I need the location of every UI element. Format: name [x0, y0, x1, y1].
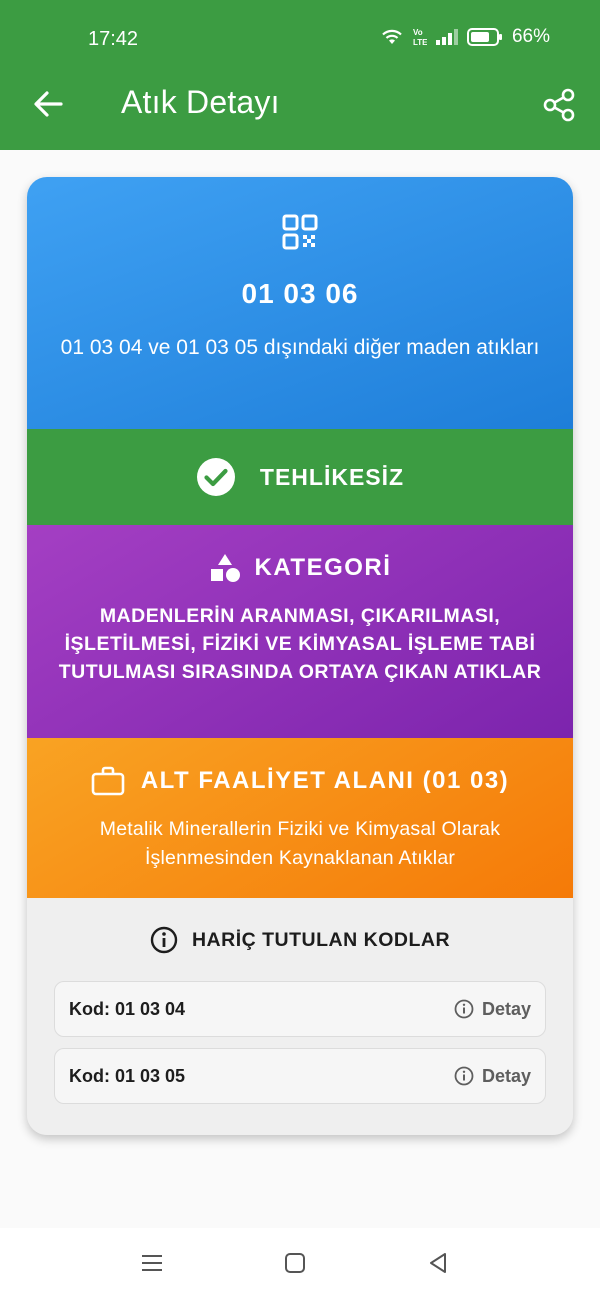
subactivity-text: Metalik Minerallerin Fiziki ve Kimyasal … [99, 818, 501, 869]
subactivity-header: ALT FAALİYET ALANI (01 03) [27, 766, 573, 796]
recent-apps-button[interactable] [137, 1248, 167, 1278]
arrow-left-icon [34, 91, 63, 117]
status-icons: Vo LTE 66% [380, 26, 550, 48]
detail-button[interactable]: Detay [454, 1066, 531, 1087]
excluded-code: Kod: 01 03 04 [69, 998, 186, 1019]
excluded-code-row[interactable]: Kod: 01 03 05 Detay [54, 1048, 546, 1104]
svg-text:Vo: Vo [413, 28, 423, 37]
back-button[interactable] [30, 86, 66, 122]
excluded-codes-section: HARİÇ TUTULAN KODLAR Kod: 01 03 04 Detay… [27, 898, 573, 1135]
share-button[interactable] [540, 86, 578, 124]
shapes-icon [210, 554, 240, 582]
briefcase-icon [91, 766, 125, 796]
detail-label: Detay [481, 1065, 531, 1086]
excluded-codes-title: HARİÇ TUTULAN KODLAR [191, 928, 451, 951]
waste-description: 01 03 04 ve 01 03 05 dışındaki diğer mad… [60, 336, 540, 359]
share-icon [543, 88, 575, 122]
category-text: MADENLERİN ARANMASI, ÇIKARILMASI, İŞLETİ… [58, 605, 542, 683]
waste-detail-card: 01 03 06 01 03 04 ve 01 03 05 dışındaki … [27, 177, 573, 1135]
hazard-status-label: TEHLİKESİZ [259, 463, 405, 490]
battery-percent: 66% [511, 26, 550, 47]
detail-label: Detay [481, 998, 531, 1019]
nav-back-button[interactable] [423, 1248, 453, 1278]
svg-text:LTE: LTE [413, 38, 427, 47]
excluded-codes-header: HARİÇ TUTULAN KODLAR [27, 926, 573, 954]
hazard-status-section: TEHLİKESİZ [27, 429, 573, 525]
triangle-back-icon [430, 1253, 446, 1273]
excluded-code-row[interactable]: Kod: 01 03 04 Detay [54, 981, 546, 1037]
app-bar: 17:42 Vo LTE 66% Atık Detayı [0, 0, 600, 150]
square-icon [285, 1253, 305, 1273]
detail-button[interactable]: Detay [454, 999, 531, 1020]
menu-icon [142, 1255, 162, 1271]
signal-icon [435, 29, 458, 45]
subactivity-title: ALT FAALİYET ALANI (01 03) [140, 767, 510, 794]
category-title: KATEGORİ [254, 554, 392, 581]
category-header: KATEGORİ [27, 553, 573, 583]
wifi-icon [382, 29, 402, 44]
home-button[interactable] [280, 1248, 310, 1278]
info-icon [454, 999, 474, 1019]
qr-code-icon [282, 214, 318, 250]
info-icon [454, 1066, 474, 1086]
subactivity-section: ALT FAALİYET ALANI (01 03) Metalik Miner… [27, 738, 573, 898]
status-time: 17:42 [88, 28, 139, 50]
volte-icon: Vo LTE [413, 28, 427, 47]
check-circle-icon [196, 458, 235, 496]
battery-icon [466, 28, 502, 46]
excluded-code: Kod: 01 03 05 [69, 1065, 186, 1086]
info-icon [150, 926, 178, 954]
category-section: KATEGORİ MADENLERİN ARANMASI, ÇIKARILMAS… [27, 525, 573, 738]
waste-code: 01 03 06 [241, 278, 359, 309]
system-nav-bar [0, 1228, 600, 1298]
waste-code-section: 01 03 06 01 03 04 ve 01 03 05 dışındaki … [27, 177, 573, 429]
page-title: Atık Detayı [121, 84, 280, 120]
